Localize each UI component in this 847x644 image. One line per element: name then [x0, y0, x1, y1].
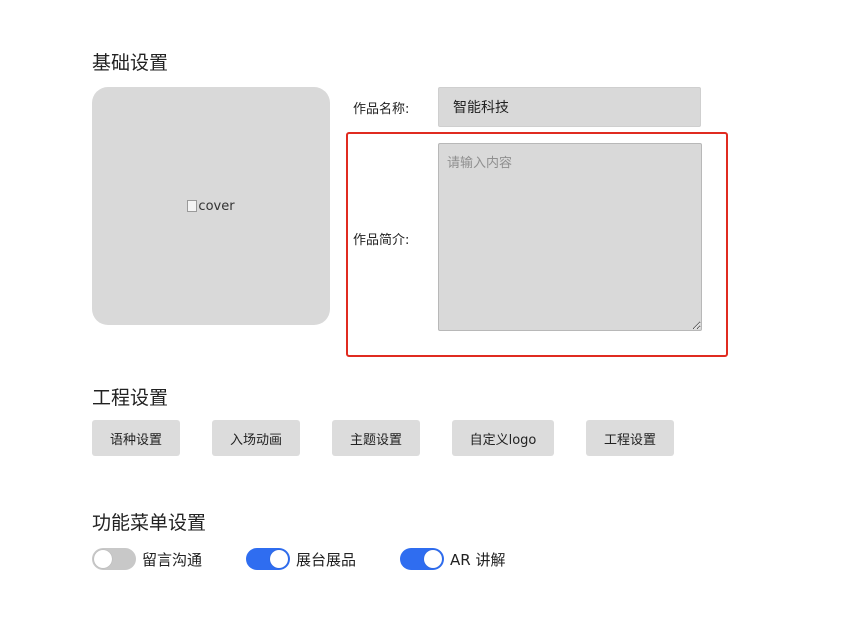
message-toggle-label: 留言沟通 — [142, 550, 203, 569]
work-name-input[interactable] — [438, 87, 701, 127]
entrance-animation-button[interactable]: 入场动画 — [212, 420, 300, 456]
work-intro-label: 作品简介: — [353, 233, 410, 248]
project-settings-title: 工程设置 — [92, 387, 169, 409]
menu-settings-title: 功能菜单设置 — [92, 512, 207, 534]
booth-toggle-label: 展台展品 — [296, 550, 357, 569]
cover-image[interactable]: cover — [92, 87, 330, 325]
project-settings-button[interactable]: 工程设置 — [586, 420, 674, 456]
custom-logo-button[interactable]: 自定义logo — [452, 420, 554, 456]
language-settings-button[interactable]: 语种设置 — [92, 420, 180, 456]
toggle-knob — [424, 550, 442, 568]
work-intro-textarea[interactable] — [438, 143, 702, 331]
work-name-label: 作品名称: — [353, 102, 410, 117]
settings-page: 基础设置 cover 作品名称: 作品简介: 工程设置 语种设置 入场动画 主题… — [0, 0, 847, 644]
toggle-knob — [94, 550, 112, 568]
toggle-message: 留言沟通 — [92, 547, 202, 571]
broken-image-placeholder: cover — [187, 198, 235, 214]
ar-toggle-label: AR 讲解 — [450, 550, 506, 569]
toggle-ar: AR 讲解 — [400, 547, 505, 571]
broken-image-icon — [187, 200, 198, 212]
toggle-knob — [270, 550, 288, 568]
booth-toggle-switch[interactable] — [246, 548, 290, 570]
theme-settings-button[interactable]: 主题设置 — [332, 420, 420, 456]
ar-toggle-switch[interactable] — [400, 548, 444, 570]
cover-alt-text: cover — [198, 198, 235, 214]
basic-settings-title: 基础设置 — [92, 52, 169, 74]
toggle-booth: 展台展品 — [246, 547, 356, 571]
message-toggle-switch[interactable] — [92, 548, 136, 570]
